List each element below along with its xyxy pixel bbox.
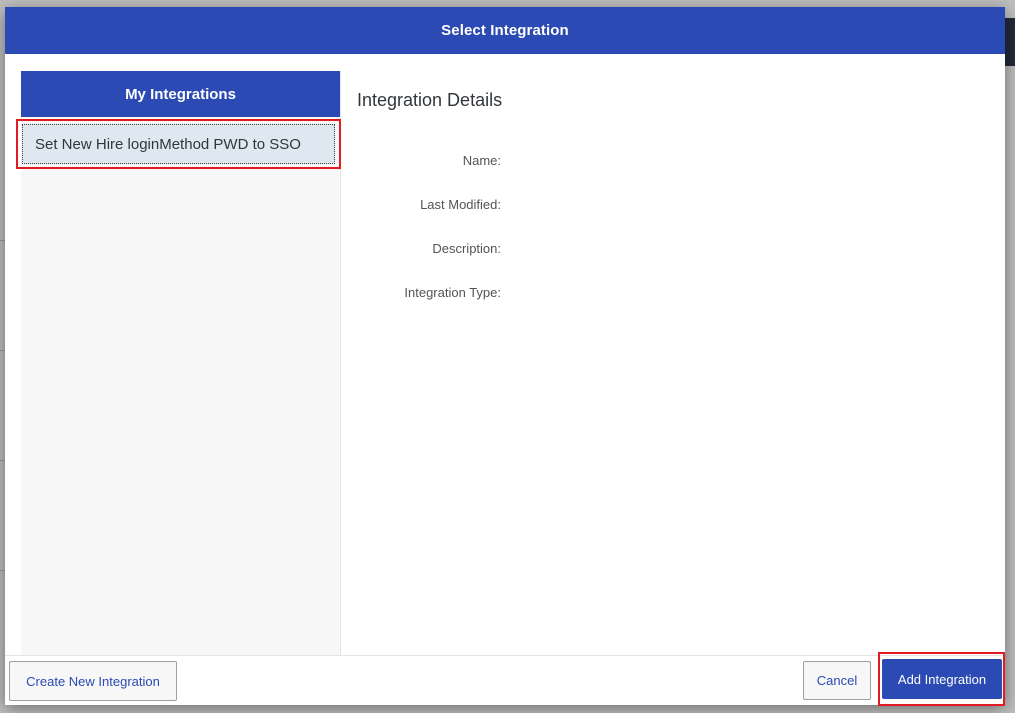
- add-integration-label: Add Integration: [897, 671, 987, 687]
- integration-list-item-label: Set New Hire loginMethod PWD to SSO: [35, 135, 301, 153]
- integration-details-panel: Integration Details Name: Last Modified:…: [357, 90, 503, 300]
- dialog-body: My Integrations Set New Hire loginMethod…: [5, 54, 1005, 655]
- integration-details-title: Integration Details: [357, 90, 503, 110]
- dialog-footer: Create New Integration Cancel Add Integr…: [5, 652, 1005, 706]
- last-modified-field-label: Last Modified:: [420, 197, 501, 212]
- add-integration-button[interactable]: Add Integration: [882, 659, 1002, 699]
- highlight-box: Add Integration: [878, 652, 1005, 706]
- my-integrations-header: My Integrations: [21, 71, 340, 117]
- description-field-label: Description:: [432, 241, 501, 256]
- integration-list-item[interactable]: Set New Hire loginMethod PWD to SSO: [22, 124, 335, 164]
- dialog-header: Select Integration: [5, 7, 1005, 54]
- cancel-button[interactable]: Cancel: [803, 661, 871, 700]
- create-new-integration-button[interactable]: Create New Integration: [9, 661, 177, 701]
- create-new-integration-label: Create New Integration: [26, 673, 160, 689]
- cancel-label: Cancel: [816, 673, 858, 688]
- dialog-title: Select Integration: [441, 22, 569, 39]
- select-integration-dialog: Select Integration My Integrations Set N…: [5, 7, 1005, 706]
- name-field-label: Name:: [462, 153, 501, 168]
- my-integrations-title: My Integrations: [125, 85, 236, 103]
- my-integrations-panel: My Integrations Set New Hire loginMethod…: [16, 71, 341, 655]
- highlight-box: Set New Hire loginMethod PWD to SSO: [16, 119, 341, 169]
- integration-type-field-label: Integration Type:: [404, 285, 501, 300]
